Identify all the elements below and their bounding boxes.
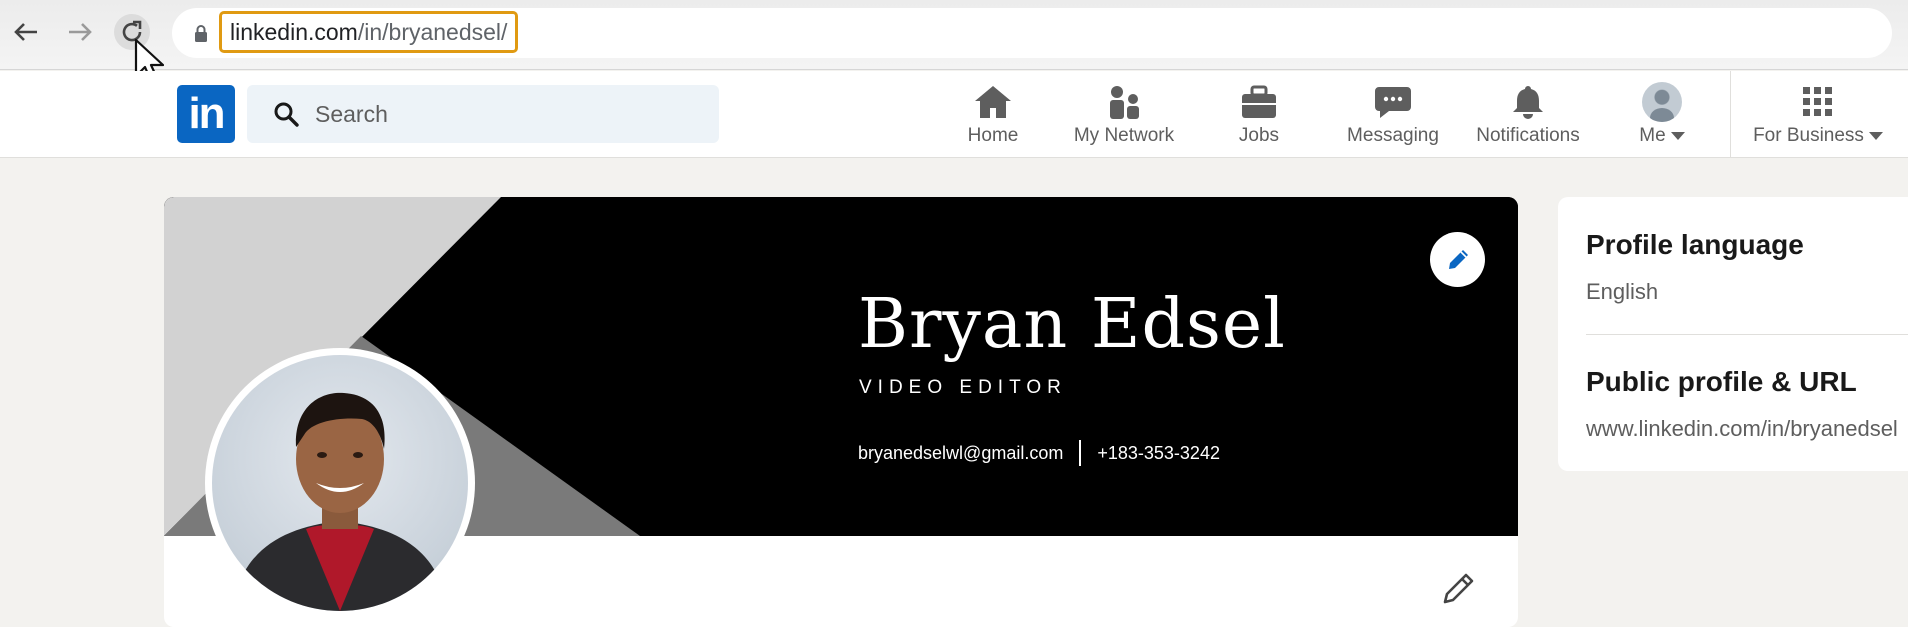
edit-banner-button[interactable] <box>1430 232 1485 287</box>
nav-notifications-label: Notifications <box>1476 125 1580 146</box>
profile-language-title: Profile language <box>1586 229 1804 260</box>
nav-for-business[interactable]: For Business <box>1748 81 1888 151</box>
search-input[interactable] <box>315 100 695 128</box>
back-button[interactable] <box>8 14 44 50</box>
side-divider <box>1586 334 1908 335</box>
home-icon <box>975 86 1011 118</box>
nav-notifications[interactable]: Notifications <box>1470 81 1586 151</box>
nav-my-network-label: My Network <box>1073 125 1175 146</box>
browser-toolbar: linkedin.com/in/bryanedsel/ <box>0 0 1908 83</box>
messaging-icon <box>1375 87 1411 118</box>
profile-photo[interactable] <box>205 348 475 618</box>
edit-intro-button[interactable] <box>1436 567 1480 611</box>
linkedin-logo[interactable]: in <box>177 85 235 143</box>
bell-icon <box>1513 86 1543 119</box>
nav-messaging-label: Messaging <box>1347 125 1439 146</box>
public-profile-title: Public profile & URL <box>1586 366 1857 397</box>
url-text[interactable]: linkedin.com/in/bryanedsel/ <box>219 11 519 53</box>
nav-jobs-label: Jobs <box>1238 125 1280 146</box>
nav-my-network[interactable]: My Network <box>1068 81 1180 151</box>
forward-button[interactable] <box>62 14 98 50</box>
url-host: linkedin.com <box>230 18 358 45</box>
banner-phone: +183-353-3242 <box>1097 442 1220 463</box>
profile-settings-card: Profile language English Public profile … <box>1558 197 1908 471</box>
banner-email: bryanedselwl@gmail.com <box>858 442 1064 463</box>
linkedin-global-nav: in Home My Network Jobs Messaging Notifi… <box>0 71 1908 158</box>
caret-down-icon <box>1670 132 1685 140</box>
search-box[interactable] <box>247 85 719 143</box>
nav-divider <box>1730 71 1731 158</box>
nav-jobs[interactable]: Jobs <box>1230 81 1288 151</box>
grid-icon <box>1803 87 1832 116</box>
arrow-right-icon <box>69 23 92 41</box>
pencil-icon <box>1448 249 1468 269</box>
lock-icon <box>195 25 207 42</box>
avatar-icon <box>1642 82 1682 122</box>
nav-me[interactable]: Me <box>1630 81 1694 151</box>
nav-messaging[interactable]: Messaging <box>1344 81 1442 151</box>
contact-separator <box>1079 440 1082 466</box>
nav-me-label: Me <box>1639 125 1666 146</box>
network-icon <box>1110 86 1139 119</box>
person-portrait <box>232 392 448 611</box>
banner-name: Bryan Edsel <box>858 285 1286 364</box>
public-profile-url[interactable]: www.linkedin.com/in/bryanedsel <box>1586 416 1898 442</box>
pencil-icon <box>1443 573 1474 604</box>
banner-contact: bryanedselwl@gmail.com +183-353-3242 <box>858 440 1220 466</box>
nav-home-label: Home <box>967 125 1019 146</box>
url-path: /in/bryanedsel/ <box>357 18 508 45</box>
briefcase-icon <box>1242 85 1276 118</box>
nav-for-business-label: For Business <box>1753 125 1864 146</box>
profile-photo-image <box>212 355 468 611</box>
banner-title: VIDEO EDITOR <box>859 377 1067 398</box>
search-icon <box>274 102 299 127</box>
profile-language-value: English <box>1586 279 1659 304</box>
caret-down-icon <box>1868 132 1883 140</box>
arrow-left-icon <box>14 23 37 41</box>
nav-home[interactable]: Home <box>960 81 1026 151</box>
